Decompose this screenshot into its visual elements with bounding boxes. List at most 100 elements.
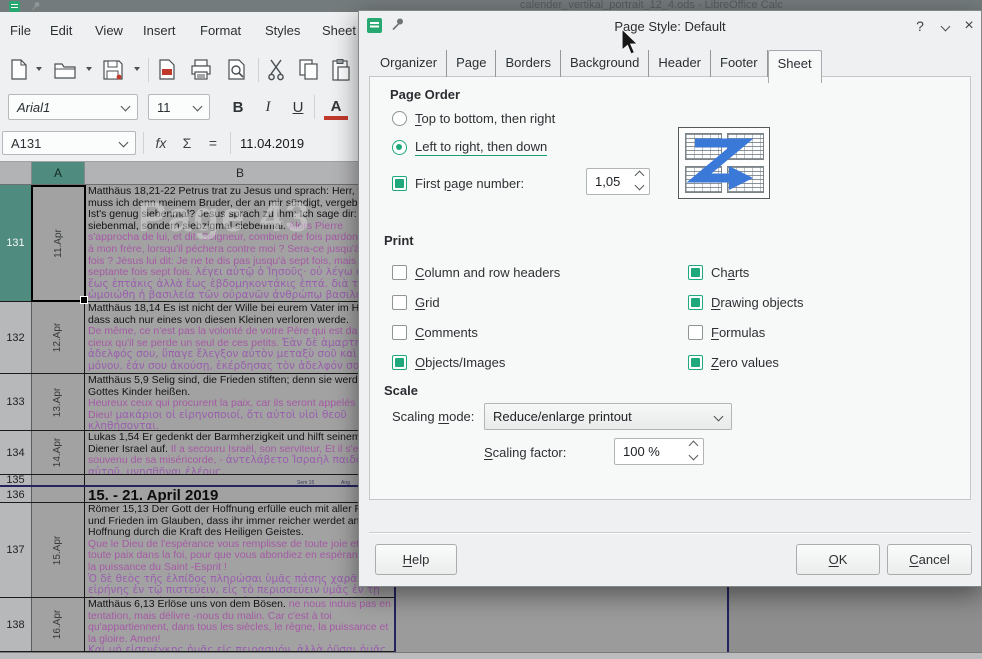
cell-A136[interactable] (32, 487, 85, 502)
cut-button[interactable] (264, 57, 290, 83)
row-header-135[interactable]: 135 (0, 475, 32, 485)
checkbox-drawing-objects[interactable]: Drawing objects (688, 292, 804, 312)
function-wizard-button[interactable]: fx (150, 131, 172, 155)
checkbox-charts[interactable]: Charts (688, 262, 749, 282)
checkbox-zero-values[interactable]: Zero values (688, 352, 779, 372)
cell-A132[interactable]: 12.Apr (32, 302, 85, 373)
open-dropdown[interactable] (86, 67, 92, 71)
open-folder-icon (54, 60, 76, 80)
tab-header[interactable]: Header (649, 50, 711, 77)
new-document-dropdown[interactable] (36, 67, 42, 71)
font-name-combo[interactable]: Arial1 (8, 94, 138, 120)
dialog-titlebar[interactable]: Page Style: Default ? × (359, 11, 981, 41)
toolbar-separator (148, 58, 149, 82)
shade-button[interactable] (935, 16, 955, 36)
checkbox-objects-images[interactable]: Objects/Images (392, 352, 505, 372)
cell-B132[interactable]: Matthäus 18,14 Es ist nicht der Wille be… (85, 302, 396, 373)
col-header-b[interactable]: B (85, 162, 396, 185)
paste-button[interactable] (328, 57, 354, 83)
tab-sheet[interactable]: Sheet (768, 50, 822, 83)
tab-background[interactable]: Background (561, 50, 649, 77)
sum-button[interactable]: Σ (176, 131, 198, 155)
radio-left-to-right[interactable]: Left to right, then down (392, 137, 547, 157)
scaling-factor-label: Scaling factor: (484, 445, 566, 460)
menu-file[interactable]: File (10, 23, 31, 38)
ok-button[interactable]: OK (796, 544, 880, 575)
font-size-combo[interactable]: 11 (148, 94, 210, 120)
copy-button[interactable] (296, 57, 322, 83)
cancel-button[interactable]: Cancel (887, 544, 972, 575)
row-header-136[interactable]: 136 (0, 487, 32, 502)
italic-button[interactable]: I (256, 94, 280, 120)
cell-text-segment: 15. - 21. April 2019 (88, 487, 218, 502)
checkbox-column-and-row-headers[interactable]: Column and row headers (392, 262, 560, 282)
spinner-buttons[interactable] (690, 442, 697, 459)
checkbox-grid[interactable]: Grid (392, 292, 440, 312)
menu-styles[interactable]: Styles (265, 23, 300, 38)
spinner-buttons[interactable] (636, 172, 643, 189)
toolbar-separator (258, 58, 259, 82)
equals-button[interactable]: = (202, 131, 224, 155)
spin-up-icon[interactable] (689, 441, 699, 451)
checkbox-first-page-number[interactable]: First page number: (392, 173, 524, 193)
name-box[interactable]: A131 (2, 131, 136, 155)
spin-up-icon[interactable] (635, 171, 645, 181)
new-document-button[interactable] (6, 57, 32, 83)
checkbox-comments[interactable]: Comments (392, 322, 478, 342)
menu-format[interactable]: Format (200, 23, 241, 38)
row-header-131[interactable]: 131 (0, 185, 32, 301)
row-header-133[interactable]: 133 (0, 374, 32, 430)
menu-insert[interactable]: Insert (143, 23, 176, 38)
cell-A135[interactable] (32, 475, 85, 485)
cell-B138[interactable]: Matthäus 6,13 Erlöse uns von dem Bösen. … (85, 598, 396, 651)
spin-down-icon[interactable] (689, 451, 699, 461)
row-header-134[interactable]: 134 (0, 431, 32, 474)
corner-header[interactable] (0, 162, 32, 185)
scaling-factor-spinner[interactable]: 100 % (614, 438, 704, 465)
tab-page[interactable]: Page (447, 50, 496, 77)
scaling-mode-dropdown[interactable]: Reduce/enlarge printout (484, 403, 732, 430)
cell-B131[interactable]: Matthäus 18,21-22 Petrus trat zu Jesus u… (85, 185, 396, 301)
row-header-137[interactable]: 137 (0, 503, 32, 597)
cell-A138[interactable]: 16.Apr (32, 598, 85, 651)
checkbox-formulas[interactable]: Formulas (688, 322, 765, 342)
cell-A133[interactable]: 13.Apr (32, 374, 85, 430)
spin-down-icon[interactable] (635, 181, 645, 191)
cell-B134[interactable]: Lukas 1,54 Er gedenkt der Barmherzigkeit… (85, 431, 396, 474)
export-pdf-button[interactable] (154, 57, 180, 83)
dialog-tabbar: Organizer Page Borders Background Header… (371, 50, 822, 77)
font-color-button[interactable]: A (324, 96, 348, 120)
open-button[interactable] (52, 57, 78, 83)
save-dropdown[interactable] (134, 67, 140, 71)
copy-icon (299, 59, 319, 81)
close-button[interactable]: × (959, 16, 979, 36)
col-header-a[interactable]: A (32, 162, 85, 185)
menu-view[interactable]: View (95, 23, 123, 38)
checkbox-label: Objects/Images (415, 355, 505, 370)
first-page-number-spinner[interactable]: 1,05 (586, 168, 650, 195)
menu-edit[interactable]: Edit (50, 23, 72, 38)
menu-sheet[interactable]: Sheet (322, 23, 356, 38)
cell-B135[interactable]: Sem 15 Ang (85, 475, 396, 485)
cell-A134[interactable]: 14.Apr (32, 431, 85, 474)
radio-top-to-bottom[interactable]: Top to bottom, then right (392, 108, 555, 128)
sheet-row-132: 13212.AprMatthäus 18,14 Es ist nicht der… (0, 302, 396, 374)
print-preview-button[interactable] (224, 57, 250, 83)
cell-B133[interactable]: Matthäus 5,9 Selig sind, die Frieden sti… (85, 374, 396, 430)
help-button[interactable]: Help (375, 544, 457, 575)
cell-B136[interactable]: 15. - 21. April 2019 (85, 487, 396, 502)
cell-A137[interactable]: 15.Apr (32, 503, 85, 597)
cell-B137[interactable]: Römer 15,13 Der Gott der Hoffnung erfüll… (85, 503, 396, 597)
tab-borders[interactable]: Borders (496, 50, 561, 77)
pin-icon[interactable] (391, 17, 405, 31)
row-header-132[interactable]: 132 (0, 302, 32, 373)
row-header-138[interactable]: 138 (0, 598, 32, 651)
bold-button[interactable]: B (226, 94, 250, 120)
tab-organizer[interactable]: Organizer (371, 50, 447, 77)
formula-input[interactable]: 11.04.2019 (240, 136, 304, 151)
print-button[interactable] (188, 57, 214, 83)
save-button[interactable] (100, 57, 126, 83)
dialog-help-icon[interactable]: ? (910, 16, 930, 36)
underline-button[interactable]: U (286, 94, 310, 120)
tab-footer[interactable]: Footer (711, 50, 768, 77)
